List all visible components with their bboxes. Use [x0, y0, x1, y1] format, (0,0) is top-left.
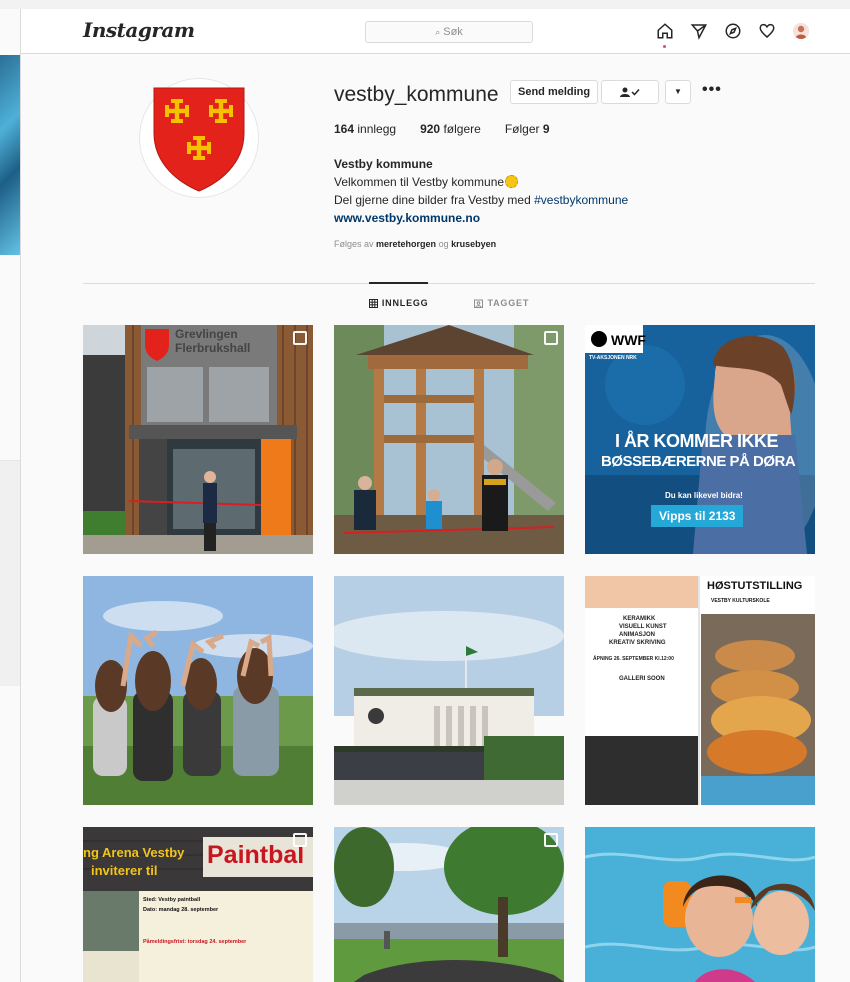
post-overlay-text: KERAMIKK: [623, 616, 656, 622]
post-overlay-text: ng Arena Vestby: [83, 845, 185, 860]
instagram-window: Instagram ⌕ Søk vestby_kommune Send meld…: [20, 9, 850, 982]
activity-heart-icon[interactable]: [756, 20, 778, 42]
post-overlay-text: Paintbal: [207, 841, 305, 869]
post-overlay-text: BØSSEBÆRERNE PÅ DØRA: [601, 453, 796, 470]
active-tab-indicator: [369, 282, 428, 284]
post-photo: [585, 827, 815, 982]
post-photo: [334, 576, 564, 805]
browser-background: [0, 0, 850, 9]
post-tile[interactable]: ng Arena Vestby inviterer til Paintbal S…: [83, 827, 313, 982]
instagram-logo[interactable]: Instagram: [83, 18, 195, 42]
post-tile[interactable]: [585, 827, 815, 982]
following-stat[interactable]: Følger 9: [505, 122, 550, 136]
post-overlay-text: HØSTUTSTILLING: [707, 580, 803, 592]
profile-tabs: INNLEGG TAGGET: [83, 298, 815, 308]
post-photo: [334, 325, 564, 554]
followers-stat[interactable]: 920 følgere: [420, 122, 481, 136]
post-tile[interactable]: [83, 576, 313, 805]
suggestions-dropdown-button[interactable]: ▼: [665, 80, 691, 104]
tab-tagged[interactable]: TAGGET: [474, 298, 529, 308]
tag-icon: [474, 299, 484, 308]
post-overlay-text: VISUELL KUNST: [619, 624, 667, 630]
post-overlay-text: TV-AKSJONEN NRK: [589, 355, 637, 361]
home-icon[interactable]: [654, 20, 676, 48]
post-overlay-text: Du kan likevel bidra!: [665, 491, 743, 500]
following-button[interactable]: [601, 80, 659, 104]
post-overlay-text: Grevlingen: [175, 327, 238, 341]
post-tile[interactable]: [334, 827, 564, 982]
post-tile[interactable]: [334, 576, 564, 805]
tabs-divider: [83, 283, 815, 284]
post-tile[interactable]: WWF TV-AKSJONEN NRK I ÅR KOMMER IKKE BØS…: [585, 325, 815, 554]
follower-link[interactable]: krusebyen: [451, 239, 496, 249]
website-link[interactable]: www.vestby.kommune.no: [334, 209, 628, 227]
multiple-images-icon: [544, 331, 558, 345]
post-tile[interactable]: [334, 325, 564, 554]
more-options-icon[interactable]: •••: [702, 80, 722, 100]
profile-avatar-icon[interactable]: [790, 20, 812, 42]
multiple-images-icon: [544, 833, 558, 847]
post-photo: [83, 576, 313, 805]
vipps-badge: Vipps til 2133: [651, 505, 744, 527]
background-window-edge: [0, 55, 20, 255]
search-placeholder: Søk: [443, 26, 463, 38]
notification-dot: [663, 45, 666, 48]
profile-stats: 164 innlegg 920 følgere Følger 9: [334, 122, 574, 136]
direct-icon[interactable]: [688, 20, 710, 42]
multiple-images-icon: [293, 833, 307, 847]
hashtag-link[interactable]: #vestbykommune: [534, 193, 628, 207]
post-overlay-text: ANIMASJON: [619, 632, 656, 638]
followed-by: Følges av meretehorgen og krusebyen: [334, 239, 497, 249]
follower-link[interactable]: meretehorgen: [376, 239, 436, 249]
search-icon: ⌕: [435, 26, 441, 37]
post-overlay-text: ÅPNING 26. SEPTEMBER Kl.12:00: [593, 656, 674, 662]
post-overlay-text: inviterer til: [91, 863, 158, 878]
tab-posts[interactable]: INNLEGG: [368, 298, 429, 308]
post-overlay-text: Påmeldingsfrist: torsdag 24. september: [143, 939, 247, 945]
sun-emoji-icon: [505, 175, 519, 188]
nav-icons: [654, 19, 812, 48]
profile-full-name: Vestby kommune: [334, 157, 433, 171]
post-overlay-text: VESTBY KULTURSKOLE: [711, 598, 770, 604]
profile-picture[interactable]: [139, 78, 259, 198]
profile-username: vestby_kommune: [334, 83, 499, 106]
top-navbar: Instagram ⌕ Søk: [21, 9, 850, 54]
search-input[interactable]: ⌕ Søk: [365, 21, 533, 43]
post-overlay-text: WWF: [611, 332, 646, 348]
post-overlay-text: Sted: Vestby paintball: [143, 897, 201, 903]
post-overlay-text: Flerbrukshall: [175, 341, 251, 355]
bio-line: Del gjerne dine bilder fra Vestby med #v…: [334, 193, 629, 207]
posts-stat: 164 innlegg: [334, 122, 397, 136]
grid-icon: [368, 298, 378, 308]
send-message-button[interactable]: Send melding: [510, 80, 599, 104]
post-photo: [585, 576, 815, 805]
post-overlay-text: Dato: mandag 28. september: [143, 907, 219, 913]
bio-line: Velkommen til Vestby kommune: [334, 173, 628, 191]
chevron-down-icon: ▼: [674, 87, 682, 96]
post-tile[interactable]: HØSTUTSTILLING VESTBY KULTURSKOLE KERAMI…: [585, 576, 815, 805]
background-window-edge: [0, 460, 20, 686]
coat-of-arms-logo: [153, 87, 245, 192]
user-check-icon: [620, 87, 640, 97]
post-tile[interactable]: Grevlingen Flerbrukshall: [83, 325, 313, 554]
explore-icon[interactable]: [722, 20, 744, 42]
post-photo: [334, 827, 564, 982]
post-overlay-text: I ÅR KOMMER IKKE: [615, 431, 779, 451]
post-overlay-text: GALLERI SOON: [619, 676, 665, 682]
post-overlay-text: KREATIV SKRIVING: [609, 640, 666, 646]
profile-bio: Vestby kommune Velkommen til Vestby komm…: [334, 155, 628, 227]
post-photo: [83, 325, 313, 554]
multiple-images-icon: [293, 331, 307, 345]
